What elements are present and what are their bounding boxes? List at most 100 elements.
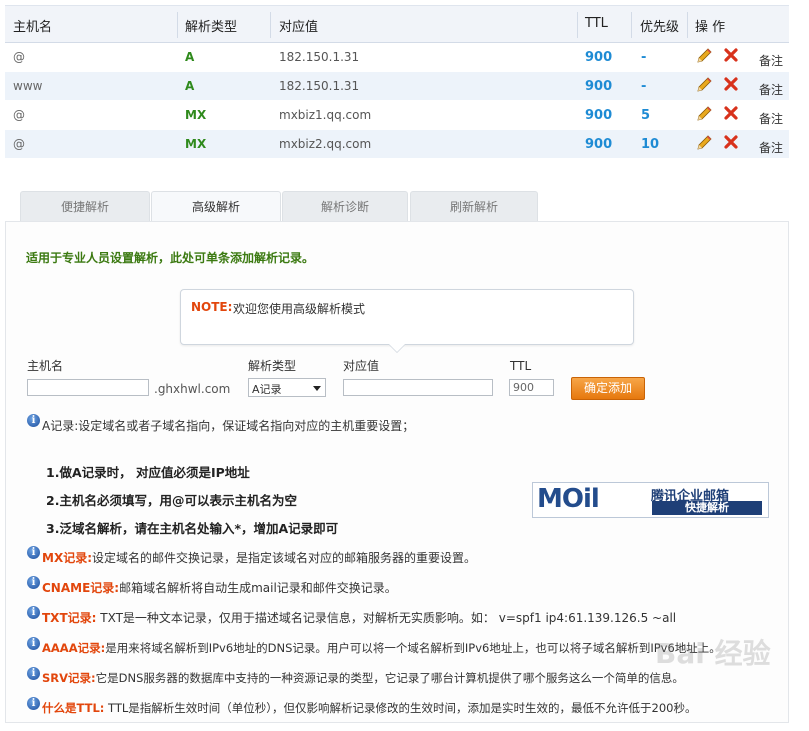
panel-intro: 适用于专业人员设置解析，此处可单条添加解析记录。 xyxy=(26,251,315,265)
aaaa-record-info: AAAA记录:是用来将域名解析到IPv6地址的DNS记录。用户可以将一个域名解析… xyxy=(42,640,721,656)
info-icon: i xyxy=(27,414,40,427)
delete-x-icon[interactable] xyxy=(723,47,739,66)
value-label: 对应值 xyxy=(343,359,380,373)
aaaa-record-text: 是用来将域名解析到IPv6地址的DNS记录。用户可以将一个域名解析到IPv6地址… xyxy=(105,641,721,655)
header-divider xyxy=(631,12,632,38)
info-icon: i xyxy=(27,637,40,650)
header-priority: 优先级 xyxy=(640,20,680,35)
a-record-step-2: 2.主机名必须填写，用@可以表示主机名为空 xyxy=(46,493,297,508)
header-type: 解析类型 xyxy=(185,20,238,35)
confirm-add-button[interactable]: 确定添加 xyxy=(571,377,645,400)
tab-refresh-resolve[interactable]: 刷新解析 xyxy=(410,191,538,222)
type-label: 解析类型 xyxy=(248,359,297,373)
a-record-step-3: 3.泛域名解析，请在主机名处输入*，增加A记录即可 xyxy=(46,521,339,536)
ttl-info: 什么是TTL: TTL是指解析生效时间（单位秒），但仅影响解析记录修改的生效时间… xyxy=(42,700,697,716)
cname-record-text: 邮箱域名解析将自动生成mail记录和邮件交换记录。 xyxy=(119,581,397,595)
cell-value: mxbiz2.qq.com xyxy=(279,137,372,151)
bubble-tail-inner xyxy=(389,344,405,352)
baidu-watermark: Bai 经验 xyxy=(655,637,771,670)
ttl-label: TTL xyxy=(510,359,532,373)
cname-record-label: CNAME记录: xyxy=(42,581,120,595)
txt-record-text: TXT是一种文本记录，仅用于描述域名记录信息，对解析无实质影响。如： v=spf… xyxy=(96,611,677,625)
note-link[interactable]: 备注 xyxy=(759,110,783,127)
txt-record-label: TXT记录: xyxy=(42,611,97,625)
cell-type: A xyxy=(185,50,195,64)
info-icon: i xyxy=(27,697,40,710)
ttl-info-text: TTL是指解析生效时间（单位秒），但仅影响解析记录修改的生效时间，添加是实时生效… xyxy=(104,701,697,715)
info-icon: i xyxy=(27,606,40,619)
srv-record-info: SRV记录:它是DNS服务器的数据库中支持的一种资源记录的类型，它记录了哪台计算… xyxy=(42,670,684,686)
mail-logo: MOil xyxy=(537,484,600,514)
cell-type: A xyxy=(185,79,195,93)
value-input[interactable] xyxy=(343,379,493,396)
cell-ttl: 900 xyxy=(585,137,613,152)
header-divider xyxy=(577,12,578,38)
cell-type: MX xyxy=(185,108,207,122)
edit-pencil-icon[interactable] xyxy=(695,105,713,126)
a-record-step-1: 1.做A记录时， 对应值必须是IP地址 xyxy=(46,465,250,480)
ttl-input[interactable] xyxy=(509,379,554,396)
a-record-info: A记录:设定域名或者子域名指向，保证域名指向对应的主机重要设置； xyxy=(42,419,415,433)
aaaa-record-label: AAAA记录: xyxy=(42,641,106,655)
info-icon: i xyxy=(27,667,40,680)
note-title: NOTE: xyxy=(191,300,233,314)
cell-priority: 10 xyxy=(641,137,660,152)
table-row: @ MX mxbiz1.qq.com 900 5 备注 xyxy=(5,101,789,130)
mx-record-label: MX记录: xyxy=(42,551,92,565)
record-type-selected: A记录 xyxy=(252,383,282,396)
host-label: 主机名 xyxy=(27,359,64,373)
cell-host: @ xyxy=(13,50,25,64)
tencent-mail-banner[interactable]: MOil 腾讯企业邮箱 快捷解析 xyxy=(532,482,769,518)
cell-ttl: 900 xyxy=(585,108,613,123)
header-ttl: TTL xyxy=(585,16,608,31)
tab-quick-resolve[interactable]: 便捷解析 xyxy=(20,191,150,222)
host-input[interactable] xyxy=(27,379,149,396)
header-divider xyxy=(177,12,178,38)
note-bubble: NOTE: 欢迎您使用高级解析模式 xyxy=(180,289,634,353)
cell-ttl: 900 xyxy=(585,79,613,94)
cell-type: MX xyxy=(185,137,207,151)
header-ops: 操 作 xyxy=(695,20,726,35)
table-header: 主机名 解析类型 对应值 TTL 优先级 操 作 xyxy=(5,5,789,43)
cell-host: @ xyxy=(13,137,25,151)
header-value: 对应值 xyxy=(279,20,319,35)
table-row: www A 182.150.1.31 900 - 备注 xyxy=(5,72,789,101)
txt-record-info: TXT记录: TXT是一种文本记录，仅用于描述域名记录信息，对解析无实质影响。如… xyxy=(42,609,676,626)
mx-record-text: 设定域名的邮件交换记录，是指定该域名对应的邮箱服务器的重要设置。 xyxy=(92,551,477,565)
srv-record-label: SRV记录: xyxy=(42,671,96,685)
note-link[interactable]: 备注 xyxy=(759,81,783,98)
edit-pencil-icon[interactable] xyxy=(695,47,713,68)
cell-ttl: 900 xyxy=(585,50,613,65)
cell-priority: 5 xyxy=(641,108,651,123)
note-link[interactable]: 备注 xyxy=(759,52,783,69)
note-text: 欢迎您使用高级解析模式 xyxy=(233,302,366,316)
info-icon: i xyxy=(27,546,40,559)
delete-x-icon[interactable] xyxy=(723,134,739,153)
edit-pencil-icon[interactable] xyxy=(695,134,713,155)
table-row: @ A 182.150.1.31 900 - 备注 xyxy=(5,43,789,72)
cell-value: 182.150.1.31 xyxy=(279,50,360,64)
note-link[interactable]: 备注 xyxy=(759,139,783,156)
chevron-down-icon xyxy=(313,386,321,391)
cname-record-info: CNAME记录:邮箱域名解析将自动生成mail记录和邮件交换记录。 xyxy=(42,579,397,596)
edit-pencil-icon[interactable] xyxy=(695,76,713,97)
dns-records-table: 主机名 解析类型 对应值 TTL 优先级 操 作 @ A 182.150.1.3… xyxy=(5,5,789,159)
cell-value: 182.150.1.31 xyxy=(279,79,360,93)
srv-record-text: 它是DNS服务器的数据库中支持的一种资源记录的类型，它记录了哪台计算机提供了哪个… xyxy=(95,671,684,685)
tab-resolve-diagnosis[interactable]: 解析诊断 xyxy=(282,191,408,222)
cell-host: @ xyxy=(13,108,25,122)
ttl-info-label: 什么是TTL: xyxy=(42,701,105,715)
mx-record-info: MX记录:设定域名的邮件交换记录，是指定该域名对应的邮箱服务器的重要设置。 xyxy=(42,549,476,566)
domain-suffix: .ghxhwl.com xyxy=(154,382,231,396)
header-divider xyxy=(270,12,271,38)
banner-subtitle: 快捷解析 xyxy=(652,501,762,515)
delete-x-icon[interactable] xyxy=(723,76,739,95)
table-row: @ MX mxbiz2.qq.com 900 10 备注 xyxy=(5,130,789,159)
delete-x-icon[interactable] xyxy=(723,105,739,124)
cell-priority: - xyxy=(641,79,647,94)
header-host: 主机名 xyxy=(13,20,53,35)
record-type-select[interactable]: A记录 xyxy=(248,378,326,397)
header-divider xyxy=(687,12,688,38)
tab-advanced-resolve[interactable]: 高级解析 xyxy=(151,191,281,222)
cell-value: mxbiz1.qq.com xyxy=(279,108,372,122)
